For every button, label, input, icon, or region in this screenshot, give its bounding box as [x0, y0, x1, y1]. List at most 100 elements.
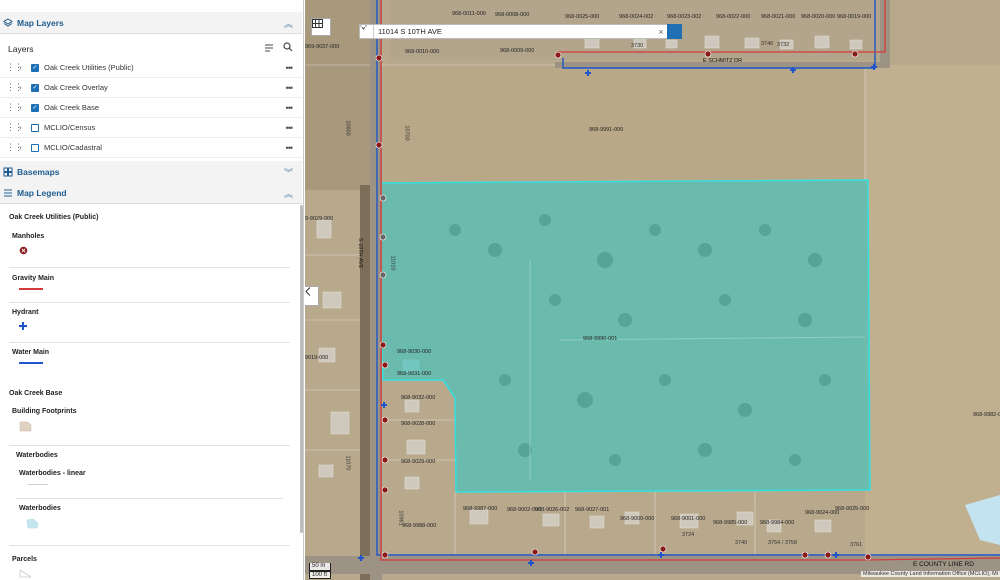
address-label: 10961 [397, 510, 404, 526]
basemap-toggle-button[interactable] [311, 18, 331, 36]
address-label: 11010 [389, 255, 396, 271]
legend-waterbodies-label: Waterbodies [19, 505, 61, 512]
waterbodies-linear-swatch [28, 484, 48, 485]
gravity-main-swatch [19, 288, 43, 290]
basemaps-header[interactable]: Basemaps ︾ [0, 161, 302, 183]
clear-icon[interactable]: × [655, 27, 667, 37]
collapse-chevron-icon[interactable]: ︽ [284, 17, 293, 30]
manhole-symbol-icon [19, 246, 28, 257]
layer-checkbox[interactable] [31, 123, 39, 132]
search-icon[interactable] [283, 42, 293, 55]
parcel-label: 968-0022-000 [716, 14, 751, 20]
address-label: 3730 [631, 43, 644, 49]
hydrant-symbol-icon [19, 322, 27, 332]
legend-divider [9, 445, 290, 446]
parcel-label: 968-0019-000 [837, 14, 872, 20]
layer-row-cadastral[interactable]: ⋮⋮ › MCLIO/Cadastral ••• [0, 138, 302, 158]
basemap-grid-icon [3, 167, 13, 177]
parcel-label: 968-9001-000 [671, 516, 706, 522]
parcel-label: 968-9987-000 [463, 506, 498, 512]
parcel-label: 968-9988-000 [402, 523, 437, 529]
scale-metric: 50 m [309, 563, 331, 571]
layer-row-base[interactable]: ⋮⋮ › ✓ Oak Creek Base ••• [0, 98, 302, 118]
map-view[interactable]: 968-0011-000 968-0008-000 968-0025-000 9… [305, 0, 1000, 580]
collapse-chevron-icon[interactable]: ︽ [284, 187, 293, 200]
layer-checkbox[interactable]: ✓ [31, 63, 39, 72]
legend-divider [9, 302, 290, 303]
address-label: 3724 [682, 532, 695, 538]
address-label: 10700 [403, 125, 410, 141]
parcel-label: 968-0021-000 [761, 14, 796, 20]
parcel-label: 968-0011-000 [452, 11, 486, 17]
expand-chevron-icon[interactable]: › [19, 83, 22, 92]
search-input[interactable]: 11014 S 10TH AVE [374, 27, 655, 36]
parcel-label: 968-9982-0 [973, 412, 1000, 418]
parcel-label: 9019-000 [305, 355, 329, 361]
scale-imperial: 100 ft [309, 571, 331, 579]
layer-checkbox[interactable]: ✓ [31, 83, 39, 92]
legend-list-icon [3, 188, 13, 198]
more-options-icon[interactable]: ••• [286, 123, 294, 133]
parcel-label: 968-9991-000 [589, 127, 624, 133]
scale-bar: 50 m 100 ft [309, 563, 331, 579]
legend-base-title: Oak Creek Base [9, 390, 63, 397]
address-label: 3761 [850, 542, 863, 548]
layers-toolbar [264, 42, 293, 55]
parcel-label: 968-9990-001 [583, 336, 618, 342]
parcel-label: 968-0020-000 [801, 14, 836, 20]
layer-row-census[interactable]: ⋮⋮ › MCLIO/Census ••• [0, 118, 302, 138]
map-layers-header[interactable]: Map Layers ︽ [0, 12, 302, 34]
layer-checkbox[interactable] [31, 143, 39, 152]
parcel-label: 968-9029-000 [401, 459, 436, 465]
parcel-label: 968-9000-000 [620, 516, 655, 522]
layer-name: MCLIO/Census [44, 123, 96, 132]
parcel-label: 969-9037-000 [305, 44, 340, 50]
more-options-icon[interactable]: ••• [286, 143, 294, 153]
attribution-text: Milwaukee County Land Information Office… [860, 571, 1000, 577]
parcel-label: 968-0024-002 [619, 14, 654, 20]
parcel-label: 968-0023-002 [667, 14, 702, 20]
legend-scrollbar[interactable] [300, 205, 303, 533]
map-legend-header[interactable]: Map Legend ︽ [0, 182, 302, 204]
legend-utilities-title: Oak Creek Utilities (Public) [9, 214, 99, 221]
waterbody-symbol-icon [26, 518, 39, 531]
parcel-label: 968-9025-000 [835, 506, 870, 512]
layer-checkbox[interactable]: ✓ [31, 103, 39, 112]
parcel-label: 968-0008-000 [495, 12, 530, 18]
expand-chevron-icon[interactable]: › [19, 143, 22, 152]
collapse-panel-button[interactable] [305, 286, 319, 306]
expand-chevron-icon[interactable]: ︾ [284, 166, 293, 179]
search-icon [360, 25, 368, 33]
expand-chevron-icon[interactable]: › [19, 103, 22, 112]
more-options-icon[interactable]: ••• [286, 63, 294, 73]
expand-chevron-icon[interactable]: › [19, 63, 22, 72]
more-options-icon[interactable]: ••• [286, 103, 294, 113]
search-button[interactable] [360, 24, 682, 39]
legend-divider [9, 267, 290, 268]
legend-water-main-label: Water Main [12, 349, 50, 356]
address-label: 3754 / 3758 [768, 540, 798, 546]
road-label-schmitz: E SCHMITZ DR [703, 58, 743, 64]
layers-label: Layers [8, 44, 34, 54]
parcel-label: 968-9032-000 [401, 395, 436, 401]
address-label: 11070 [344, 455, 351, 471]
address-label: 10600 [344, 120, 351, 136]
parcel-symbol-icon [19, 569, 32, 580]
side-panel: Map Layers ︽ Layers ⋮⋮ › ✓ Oak Creek Uti… [0, 0, 304, 580]
more-options-icon[interactable]: ••• [286, 83, 294, 93]
legend-gravity-main-label: Gravity Main [12, 275, 55, 282]
parcel-label: 968-9028-000 [401, 421, 436, 427]
filter-icon[interactable] [264, 42, 274, 55]
parcel-label: 968-9985-000 [713, 520, 748, 526]
layer-row-overlay[interactable]: ⋮⋮ › ✓ Oak Creek Overlay ••• [0, 78, 302, 98]
parcel-label: 9-9029-000 [305, 216, 334, 222]
parcel-label: 968-0025-000 [565, 14, 600, 20]
address-search[interactable]: 11014 S 10TH AVE × [359, 24, 682, 39]
legend-hydrant-label: Hydrant [12, 309, 39, 316]
expand-chevron-icon[interactable]: › [19, 123, 22, 132]
building-footprint-symbol-icon [19, 421, 32, 434]
layer-row-utilities[interactable]: ⋮⋮ › ✓ Oak Creek Utilities (Public) ••• [0, 58, 302, 78]
water-main-swatch [19, 362, 43, 364]
legend-building-footprints-label: Building Footprints [12, 408, 77, 415]
layer-name: MCLIO/Cadastral [44, 143, 102, 152]
